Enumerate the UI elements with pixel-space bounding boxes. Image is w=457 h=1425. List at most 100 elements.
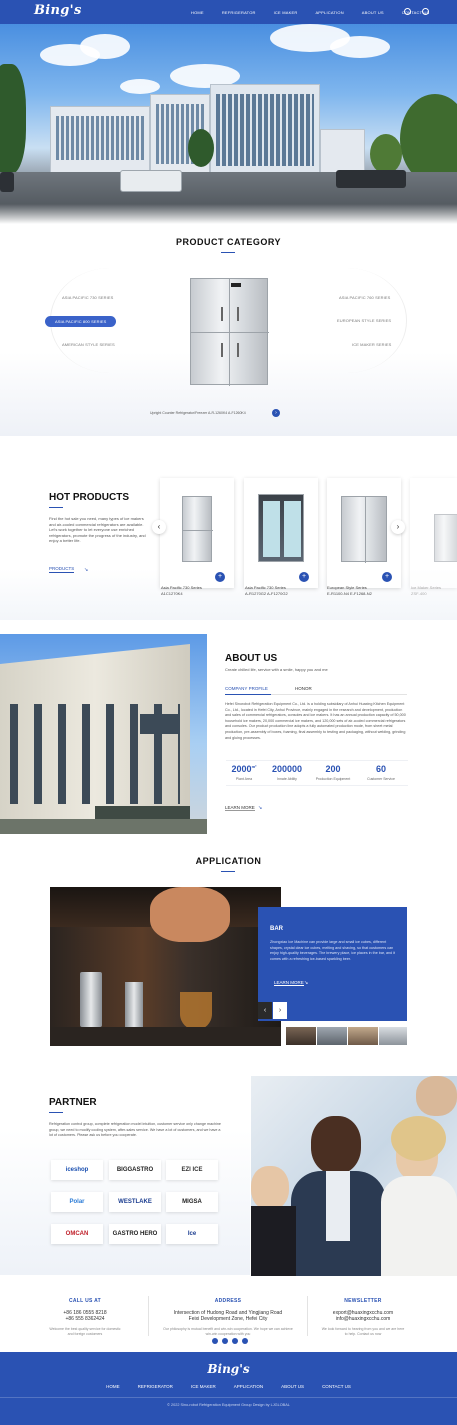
application-thumb[interactable]: [379, 1027, 407, 1045]
contact-address: ADDRESS Intersection of Hudong Road and …: [163, 1298, 293, 1336]
product-name: Asia Pacific 730 Series: [245, 585, 286, 590]
footer-logo[interactable]: Bing's: [0, 1362, 457, 1376]
hero-banner: [0, 24, 457, 224]
social-icons: [212, 1338, 248, 1344]
product-card[interactable]: [410, 478, 457, 588]
active-tab-indicator: [225, 694, 271, 695]
footer-nav-refrigerator[interactable]: REFRIGERATOR: [138, 1384, 173, 1389]
nav-application[interactable]: APPLICATION: [315, 10, 343, 15]
partner-logo[interactable]: iceshop: [51, 1160, 103, 1180]
caption-arrow-icon[interactable]: ›: [272, 409, 280, 417]
product-card[interactable]: +: [244, 478, 318, 588]
youtube-icon[interactable]: [222, 1338, 228, 1344]
application-learn-more[interactable]: LEARN MORE: [274, 980, 304, 986]
email-info[interactable]: info@huaxingxcchu.com: [320, 1316, 406, 1322]
nav-refrigerator[interactable]: REFRIGERATOR: [222, 10, 256, 15]
product-model: A1C1270K4: [161, 591, 183, 596]
footer-nav-about-us[interactable]: ABOUT US: [281, 1384, 304, 1389]
category-caption: Upright Counter Refrigerator/Freezer A-R…: [150, 411, 246, 415]
nav-home[interactable]: HOME: [191, 10, 204, 15]
search-icon[interactable]: [404, 8, 411, 15]
product-model: ZSF-400: [411, 591, 427, 596]
products-link[interactable]: PRODUCTS: [49, 566, 75, 573]
about-learn-more[interactable]: LEARN MORE: [225, 805, 255, 811]
category-asia-760[interactable]: ASIA PACIFIC 760 SERIES: [339, 295, 390, 300]
tab-honor[interactable]: HONOR: [295, 686, 312, 691]
application-arrow-icon[interactable]: ↘: [304, 980, 308, 986]
application-thumb[interactable]: [286, 1027, 316, 1045]
brand-logo[interactable]: Bing's: [34, 3, 82, 18]
facebook-icon[interactable]: [212, 1338, 218, 1344]
stat-innate-ability: 200000 Innate Ability: [271, 764, 303, 781]
partner-logo[interactable]: BIGGASTRO: [109, 1160, 161, 1180]
about-factory-image: [0, 634, 207, 834]
product-name: Ice Maker Series: [411, 585, 442, 590]
footer-nav-contact-us[interactable]: CONTACT US: [322, 1384, 351, 1389]
partner-logo[interactable]: Polar: [51, 1192, 103, 1212]
category-asia-730[interactable]: ASIA PACIFIC 730 SERIES: [62, 295, 113, 300]
product-model: E-R1100-N4 E-F1268-N2: [327, 591, 372, 596]
partner-title: PARTNER: [49, 1097, 97, 1108]
phone-2[interactable]: +86 555 8362424: [49, 1316, 121, 1322]
category-asia-800[interactable]: ASIA PACIFIC 800 SERIES: [45, 316, 117, 327]
hot-products-desc: Find the hot sale you need, many types o…: [49, 516, 146, 543]
product-model: A-R1270G2 A-F1270G2: [245, 591, 288, 596]
application-box-title: BAR: [270, 926, 283, 932]
about-text: Hefei Sinorobot Refrigeration Equipment …: [225, 702, 406, 740]
car-white: [120, 170, 182, 192]
category-ice-maker[interactable]: ICE MAKER SERIES: [352, 342, 391, 347]
partner-logo[interactable]: EZI ICE: [166, 1160, 218, 1180]
application-prev-icon[interactable]: ‹: [258, 1002, 272, 1019]
application-bar-image: [50, 887, 281, 1046]
learn-more-arrow-icon[interactable]: ↘: [258, 805, 262, 811]
application-thumb[interactable]: [348, 1027, 378, 1045]
partner-logo[interactable]: WESTLAKE: [109, 1192, 161, 1212]
copyright: © 2022 Sino-robot Refrigeration Equipmen…: [167, 1403, 290, 1407]
about-title: ABOUT US: [225, 653, 278, 664]
add-icon[interactable]: +: [382, 572, 392, 582]
products-arrow-icon[interactable]: ↘: [84, 567, 88, 573]
contact-newsletter: NEWSLETTER export@huaxingxcchu.com info@h…: [320, 1298, 406, 1336]
category-european[interactable]: EUROPEAN STYLE SERIES: [337, 318, 391, 323]
category-title: PRODUCT CATEGORY: [175, 237, 281, 247]
partner-logo[interactable]: OMCAN: [51, 1224, 103, 1244]
application-box-text: Zhongxiao Ice Machine can provide large …: [270, 940, 395, 961]
product-card[interactable]: +: [160, 478, 234, 588]
stat-plant-area: 2000m² Plant Area: [231, 764, 257, 781]
partner-desc: Refrigeration control group, complete re…: [49, 1122, 221, 1137]
email-icon[interactable]: [242, 1338, 248, 1344]
header-bar: Bing's HOME REFRIGERATOR ICE MAKER APPLI…: [0, 0, 457, 24]
application-thumb[interactable]: [317, 1027, 347, 1045]
carousel-next-icon[interactable]: ›: [391, 520, 405, 534]
partner-logo[interactable]: MIGSA: [166, 1192, 218, 1212]
partner-logo[interactable]: GASTRO HERO: [109, 1224, 161, 1244]
product-card[interactable]: +: [327, 478, 401, 588]
product-name: Asia Pacific 730 Series: [161, 585, 202, 590]
hot-products-title: HOT PRODUCTS: [49, 492, 129, 503]
title-underline: [221, 252, 235, 253]
footer-nav-home[interactable]: HOME: [106, 1384, 120, 1389]
category-product-image[interactable]: [190, 278, 269, 386]
partner-team-image: [251, 1076, 457, 1276]
application-next-icon[interactable]: ›: [273, 1002, 287, 1019]
footer-nav: HOME REFRIGERATOR ICE MAKER APPLICATION …: [0, 1384, 457, 1389]
application-title: APPLICATION: [195, 856, 262, 866]
category-american[interactable]: AMERICAN STYLE SERIES: [62, 342, 115, 347]
add-icon[interactable]: +: [215, 572, 225, 582]
linkedin-icon[interactable]: [232, 1338, 238, 1344]
carousel-prev-icon[interactable]: ‹: [152, 520, 166, 534]
about-subtitle: Create chilled life, service with a smil…: [225, 667, 328, 672]
tab-company-profile[interactable]: COMPANY PROFILE: [225, 686, 268, 691]
stat-equipment: 200 Production Equipment: [315, 764, 351, 781]
add-icon[interactable]: +: [299, 572, 309, 582]
nav-about-us[interactable]: ABOUT US: [362, 10, 384, 15]
contact-call: CALL US AT +86 186 0555 8218 +86 555 8362…: [49, 1298, 121, 1336]
nav-ice-maker[interactable]: ICE MAKER: [274, 10, 298, 15]
stat-customer-service: 60 Customer Service: [367, 764, 395, 781]
product-name: European Style Series: [327, 585, 367, 590]
car-dark: [336, 170, 406, 188]
globe-icon[interactable]: [422, 8, 429, 15]
footer-nav-application[interactable]: APPLICATION: [234, 1384, 263, 1389]
partner-logo[interactable]: Ice: [166, 1224, 218, 1244]
footer-nav-ice-maker[interactable]: ICE MAKER: [191, 1384, 216, 1389]
